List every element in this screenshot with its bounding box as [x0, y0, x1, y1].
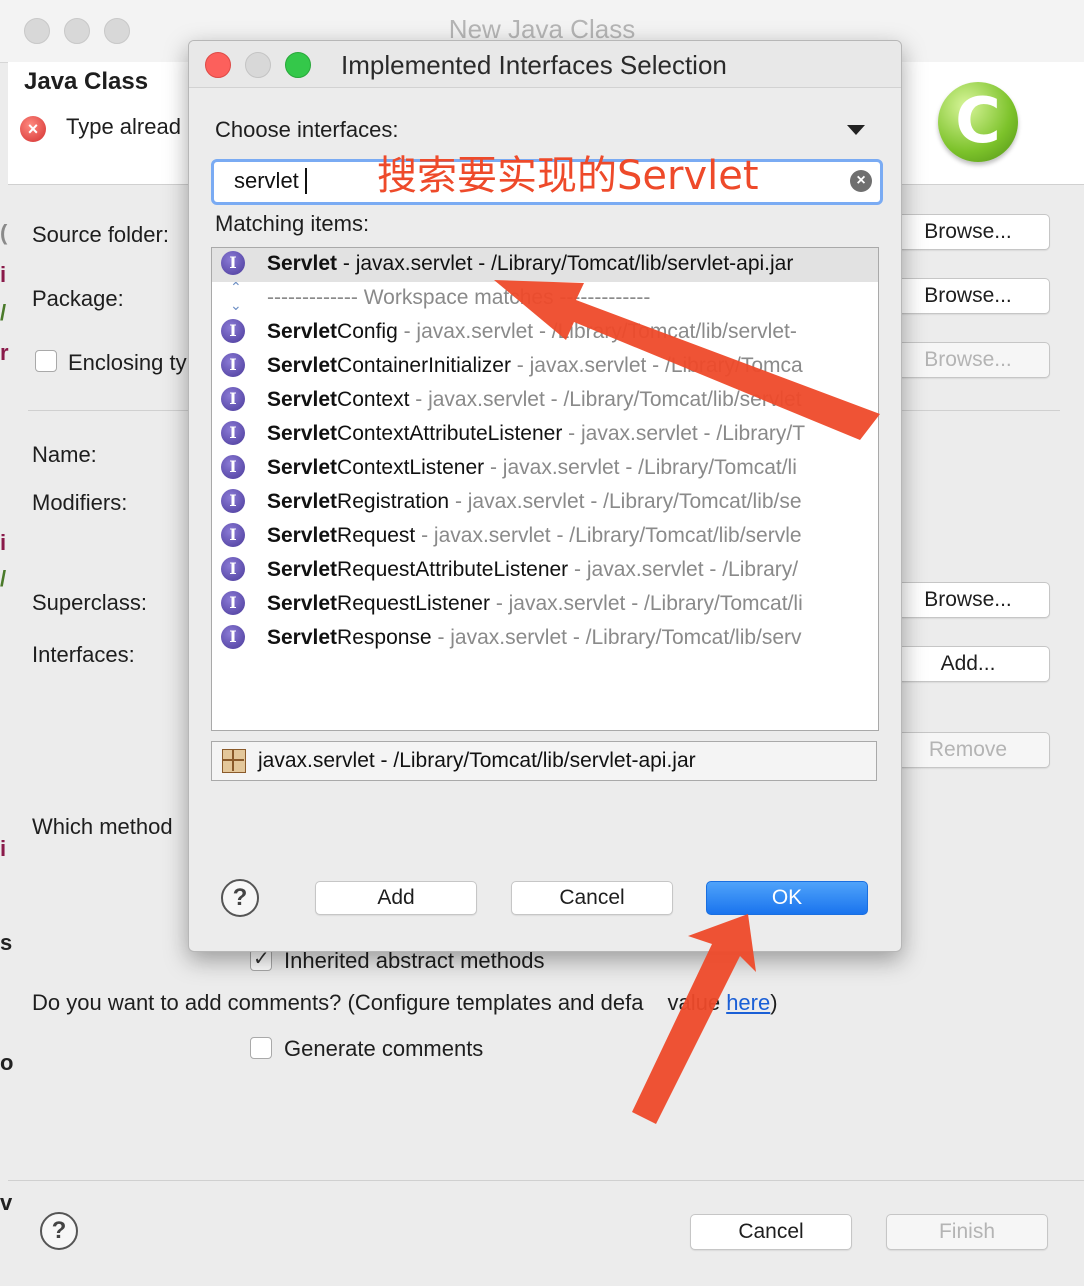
arrow-to-servlet-item: [494, 280, 880, 440]
arrow-to-ok-button: [632, 914, 756, 1124]
annotation-arrows: [494, 280, 880, 1124]
